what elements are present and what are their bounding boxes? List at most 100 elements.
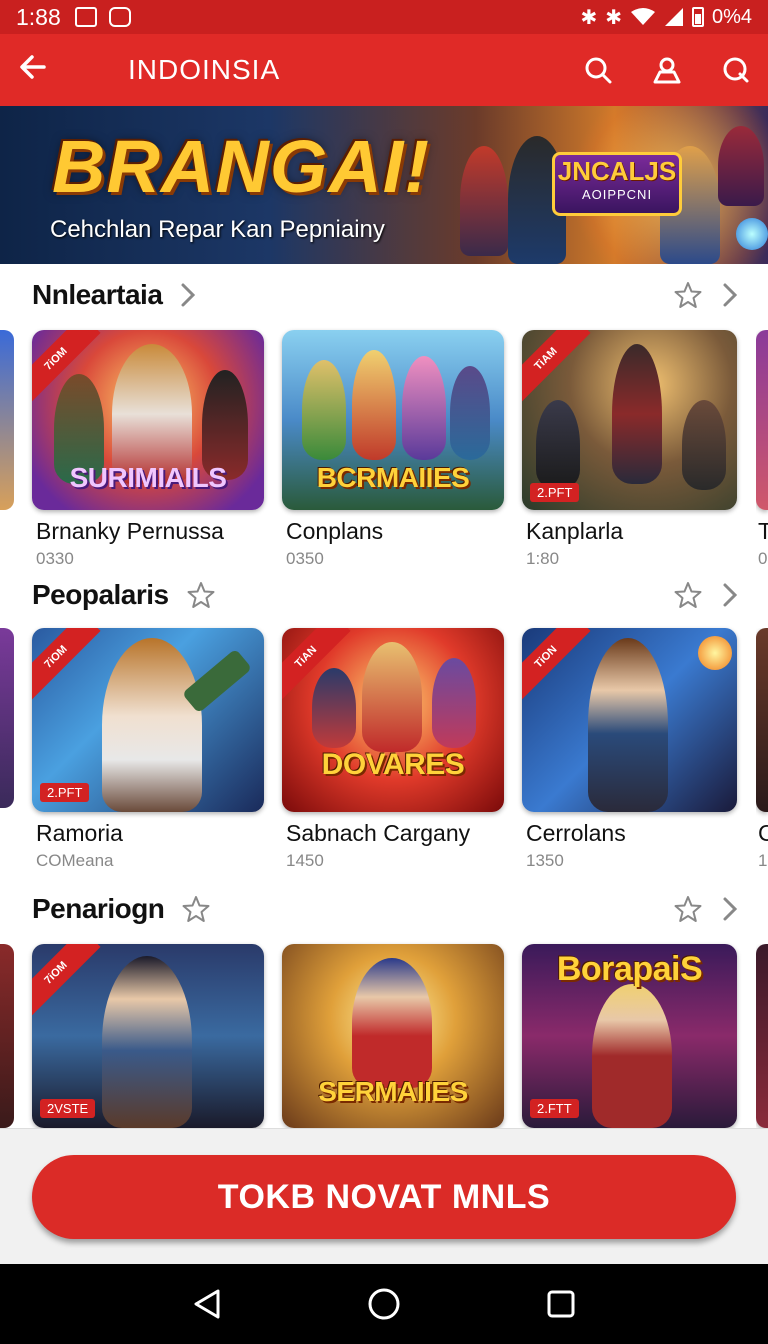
- primary-cta-button[interactable]: TOKB NOVAT MNLS: [32, 1155, 736, 1239]
- bluetooth-icon: ✱: [580, 6, 598, 29]
- chevron-right-icon[interactable]: [722, 896, 738, 922]
- game-title: Ramoria: [36, 820, 123, 846]
- section-header: Peopalaris: [0, 570, 768, 620]
- app-bar-actions: [584, 56, 750, 84]
- card-peek-left[interactable]: [0, 944, 14, 1128]
- character-art: [402, 356, 446, 460]
- banner-orb: [736, 218, 768, 250]
- search-icon[interactable]: [584, 56, 612, 84]
- character-art: [432, 658, 476, 748]
- game-thumbnail: [756, 330, 768, 510]
- search-icon[interactable]: [722, 56, 750, 84]
- game-title: Brnanky Pernussa: [36, 518, 224, 544]
- game-thumbnail: SERMAIIES: [282, 944, 504, 1128]
- edit-icon: [108, 7, 131, 27]
- game-card-peek[interactable]: C 1: [756, 628, 768, 871]
- game-tag: 2.FTT: [530, 1099, 579, 1118]
- game-title: Sabnach Cargany: [286, 820, 471, 846]
- game-meta: 1: [758, 851, 768, 870]
- banner-badge-title: JNCALJS: [557, 156, 677, 186]
- game-title: Kanplarla: [526, 518, 624, 544]
- section-row-2: Peopalaris 7iOM 2.PFT Ramoria COMeana Ti…: [0, 570, 768, 871]
- game-thumbnail: TiAM 2.PFT: [522, 330, 737, 510]
- card-peek-left[interactable]: [0, 330, 14, 510]
- game-thumbnail: [756, 944, 768, 1128]
- status-bar: 1:88 ✱ ✱ 0%4: [0, 0, 768, 34]
- game-title: T: [758, 518, 768, 544]
- game-thumbnail: TiON: [522, 628, 737, 812]
- gallery-icon: [74, 7, 97, 27]
- app-title: INDOINSIA: [128, 54, 281, 85]
- game-card-peek[interactable]: T 0: [756, 330, 768, 569]
- banner-headline: BRANGAI!: [52, 125, 430, 208]
- game-meta: 1:80: [526, 549, 560, 568]
- character-art: [352, 958, 432, 1088]
- banner-character: [460, 146, 508, 256]
- game-card[interactable]: TiAN DOVARES Sabnach Cargany 1450: [282, 628, 504, 871]
- game-meta: 1350: [526, 851, 564, 870]
- chevron-right-icon[interactable]: [722, 582, 738, 608]
- nav-home-icon[interactable]: [367, 1287, 401, 1321]
- game-title: Conplans: [286, 518, 384, 544]
- nav-back-icon[interactable]: [192, 1288, 222, 1320]
- character-art: [102, 638, 202, 812]
- game-card[interactable]: 7iOM 2.PFT Ramoria COMeana: [32, 628, 264, 871]
- star-icon[interactable]: [187, 581, 215, 609]
- star-icon[interactable]: [674, 895, 702, 923]
- system-nav-bar: [0, 1264, 768, 1344]
- banner-tagline: Cehchlan Repar Kan Pepniainy: [50, 216, 385, 243]
- new-ribbon: 7iOM: [32, 628, 101, 702]
- game-meta: 1450: [286, 851, 324, 870]
- character-art: [312, 668, 356, 748]
- section-header: Nnleartaia: [0, 270, 768, 320]
- section-title: Penariogn: [32, 893, 165, 924]
- back-arrow-icon[interactable]: [18, 52, 66, 88]
- game-tag: 2.PFT: [530, 483, 580, 502]
- character-art: [302, 360, 346, 460]
- battery-icon: [691, 7, 704, 27]
- character-art: [682, 400, 726, 490]
- game-meta: COMeana: [36, 851, 114, 870]
- chevron-right-icon[interactable]: [180, 282, 196, 308]
- game-card[interactable]: BCRMAIIES Conplans 0350: [282, 330, 504, 569]
- game-card[interactable]: 7iOM SURIMIAILS Brnanky Pernussa 0330: [32, 330, 264, 569]
- game-card[interactable]: 7iOM 2VSTE: [32, 944, 264, 1128]
- star-icon[interactable]: [182, 895, 210, 923]
- game-thumbnail: TiAN DOVARES: [282, 628, 504, 812]
- character-art: [588, 638, 668, 812]
- game-thumbnail: 7iOM 2.PFT: [32, 628, 264, 812]
- game-card[interactable]: TiON Cerrolans 1350: [522, 628, 737, 871]
- game-thumbnail: [756, 628, 768, 812]
- game-tag: 2.PFT: [40, 783, 90, 802]
- profile-icon[interactable]: [652, 56, 682, 84]
- section-title: Nnleartaia: [32, 279, 163, 310]
- game-thumbnail: BorapaiS 2.FTT: [522, 944, 737, 1128]
- game-card[interactable]: SERMAIIES: [282, 944, 504, 1128]
- status-time: 1:88: [16, 3, 61, 30]
- promo-banner[interactable]: BRANGAI! Cehchlan Repar Kan Pepniainy JN…: [0, 106, 768, 264]
- section-row-1: Nnleartaia 7iOM SURIMIAILS Brnanky Pernu…: [0, 270, 768, 570]
- battery-level: 0%4: [711, 5, 752, 28]
- game-card[interactable]: TiAM 2.PFT Kanplarla 1:80: [522, 330, 737, 569]
- card-peek-left[interactable]: [0, 628, 14, 808]
- character-art: [536, 400, 580, 490]
- banner-character: [718, 126, 764, 206]
- card-row: 7iOM 2.PFT Ramoria COMeana TiAN DOVARES …: [0, 628, 768, 871]
- new-ribbon: TiON: [522, 628, 591, 702]
- wifi-icon: [630, 8, 655, 25]
- game-logo: DOVARES: [321, 748, 465, 781]
- section-title: Peopalaris: [32, 579, 169, 610]
- cta-bar: TOKB NOVAT MNLS: [0, 1128, 768, 1264]
- chevron-right-icon[interactable]: [722, 282, 738, 308]
- game-title: Cerrolans: [526, 820, 626, 846]
- star-icon[interactable]: [674, 581, 702, 609]
- section-actions: [674, 281, 738, 309]
- nav-recents-icon[interactable]: [546, 1289, 576, 1319]
- app-bar: INDOINSIA: [0, 34, 768, 106]
- star-icon[interactable]: [674, 281, 702, 309]
- game-card-peek[interactable]: [756, 944, 768, 1128]
- game-thumbnail: 7iOM 2VSTE: [32, 944, 264, 1128]
- game-card[interactable]: BorapaiS 2.FTT: [522, 944, 737, 1128]
- fire-orb: [698, 636, 732, 670]
- section-actions: [674, 581, 738, 609]
